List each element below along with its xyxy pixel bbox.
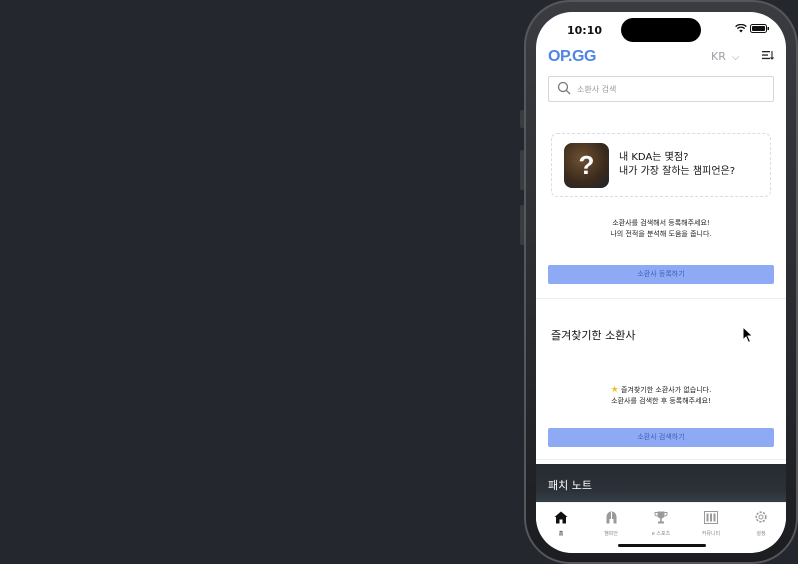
wifi-icon	[734, 23, 747, 33]
trophy-icon	[654, 511, 668, 524]
section-divider	[536, 298, 786, 299]
section-divider	[536, 459, 786, 460]
tab-settings-label: 설정	[756, 531, 766, 537]
star-icon: ★	[610, 385, 619, 395]
favorites-empty-line2: 소환사를 검색한 후 등록해주세요!	[611, 397, 711, 405]
helmet-icon	[606, 511, 616, 524]
tab-home[interactable]: 홈	[536, 509, 586, 537]
search-icon	[557, 81, 571, 95]
app-header: OP.GG KR ⌵	[536, 48, 786, 74]
summoner-search-box[interactable]	[548, 76, 774, 102]
battery-icon	[750, 24, 769, 33]
search-summoner-button[interactable]: 소환사 검색하기	[548, 428, 774, 447]
tab-esports-label: e 스포츠	[651, 531, 671, 537]
tab-champion[interactable]: 챔피언	[586, 509, 636, 537]
mouse-cursor-icon	[742, 326, 754, 344]
favorites-title: 즐겨찾기한 소환사	[551, 329, 636, 342]
home-icon	[554, 511, 568, 524]
chevron-down-icon: ⌵	[731, 52, 740, 63]
register-guide-line1: 소환사를 검색해서 등록해주세요!	[612, 219, 710, 227]
status-bar: 10:10	[536, 12, 786, 48]
tab-champion-label: 챔피언	[604, 531, 618, 537]
sort-menu-icon[interactable]	[762, 49, 774, 63]
status-time: 10:10	[567, 24, 603, 37]
register-summoner-button[interactable]: 소환사 등록하기	[548, 265, 774, 284]
search-input[interactable]	[577, 77, 767, 101]
register-guide: 소환사를 검색해서 등록해주세요! 나의 전적을 분석해 도움을 줍니다.	[536, 218, 786, 240]
dynamic-island	[621, 18, 701, 42]
kda-promo-line1: 내 KDA는 몇점?	[619, 152, 689, 163]
tab-community-label: 커뮤니티	[701, 531, 721, 537]
kda-promo-card[interactable]: ? 내 KDA는 몇점? 내가 가장 잘하는 챔피언은?	[551, 133, 771, 197]
kda-promo-text: 내 KDA는 몇점? 내가 가장 잘하는 챔피언은?	[619, 151, 735, 179]
favorites-empty-line1: 즐겨찾기한 소환사가 없습니다.	[620, 386, 712, 394]
region-selector[interactable]: KR ⌵	[711, 50, 739, 63]
tab-community[interactable]: 커뮤니티	[686, 509, 736, 537]
favorites-empty-message: ★ 즐겨찾기한 소환사가 없습니다. 소환사를 검색한 후 등록해주세요!	[536, 385, 786, 407]
status-icons	[734, 23, 770, 36]
gear-icon	[755, 511, 767, 523]
opgg-logo[interactable]: OP.GG	[548, 48, 596, 66]
tab-home-label: 홈	[558, 531, 564, 537]
kda-promo-line2: 내가 가장 잘하는 챔피언은?	[619, 166, 736, 177]
tab-settings[interactable]: 설정	[736, 509, 786, 537]
patch-notes-title: 패치 노트	[548, 479, 592, 492]
register-guide-line2: 나의 전적을 분석해 도움을 줍니다.	[610, 230, 712, 238]
region-label: KR	[711, 50, 726, 63]
phone-screen: 10:10 OP.GG KR ⌵ 소환사 검색 ? 내 KDA는 몇점? 내가 …	[536, 12, 786, 553]
home-indicator[interactable]	[618, 544, 706, 547]
community-icon	[704, 511, 718, 524]
question-champion-icon: ?	[564, 143, 609, 188]
tab-esports[interactable]: e 스포츠	[636, 509, 686, 537]
